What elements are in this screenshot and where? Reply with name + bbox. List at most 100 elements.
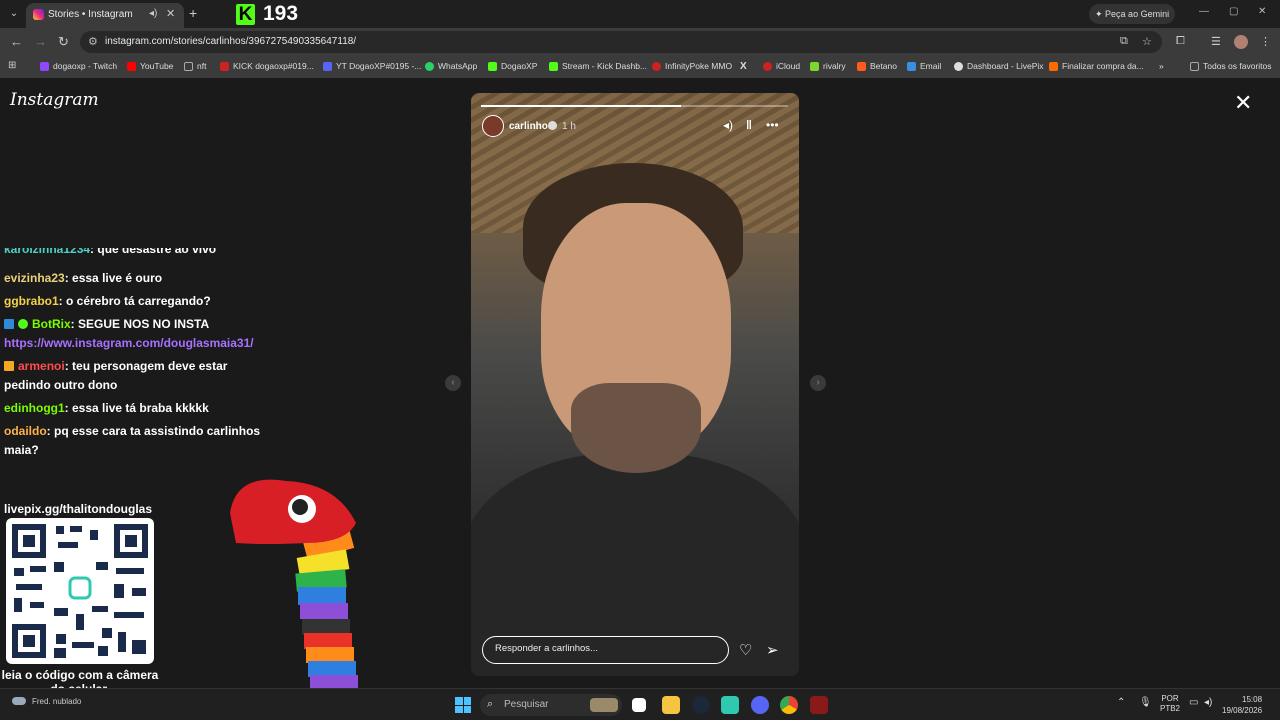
instagram-stories-page: Instagram ✕ ‹ › carlinhos 1 h ◂) ‖ ••• ♡… — [0, 78, 1280, 702]
tab-search-button[interactable]: ⌄ — [6, 6, 22, 22]
instagram-logo[interactable]: Instagram — [10, 90, 99, 110]
search-icon: ⌕ — [487, 698, 494, 710]
chat-message: ggbrabo1: o cérebro tá carregando? — [4, 292, 266, 311]
browser-menu-icon[interactable]: ⋮ — [1260, 35, 1271, 48]
forward-icon[interactable]: → — [34, 34, 47, 49]
steam-icon[interactable] — [692, 696, 710, 714]
betano-icon — [857, 61, 866, 71]
profile-avatar[interactable] — [1234, 35, 1248, 49]
story-username[interactable]: carlinhos — [509, 121, 553, 132]
taskbar-clock[interactable]: 15:08 19/08/2026 — [1222, 694, 1262, 716]
bookmark-item[interactable]: YT DogaoXP#0195 -... — [323, 61, 421, 71]
folder-icon — [1190, 61, 1199, 71]
game-app-icon[interactable] — [810, 696, 828, 714]
bookmark-item[interactable]: Finalizar compra da... — [1049, 61, 1144, 71]
more-options-icon[interactable]: ••• — [766, 118, 779, 132]
reply-box[interactable] — [482, 636, 729, 664]
previous-story-icon[interactable]: ‹ — [445, 375, 461, 391]
bookmark-label: dogaoxp - Twitch — [53, 61, 118, 71]
language-code: POR — [1161, 694, 1179, 703]
bookmarks-overflow-icon[interactable]: » — [1159, 61, 1164, 71]
window-close-icon[interactable]: ✕ — [1258, 6, 1266, 17]
chat-username: evizinha23 — [4, 271, 65, 285]
tab-title: Stories • Instagram — [48, 9, 133, 20]
kick-logo-icon: K — [236, 3, 255, 25]
extensions-icon[interactable]: ⧠ — [1176, 35, 1185, 48]
input-language[interactable]: POR PTB2 — [1160, 694, 1180, 714]
install-app-icon[interactable]: ⧉ — [1120, 35, 1128, 48]
chat-username: odaildo — [4, 424, 47, 438]
bookmark-label: Betano — [870, 61, 897, 71]
volume-tray-icon[interactable]: ◂) — [1204, 697, 1212, 708]
bookmark-item[interactable]: YouTube — [127, 61, 173, 71]
browser-tab-active[interactable]: Stories • Instagram ◂) ✕ — [26, 3, 184, 28]
bookmark-label: Dashboard - LivePix — [967, 61, 1044, 71]
icloud-icon — [763, 61, 772, 71]
bookmark-item[interactable]: Dashboard - LivePix — [954, 61, 1044, 71]
back-icon[interactable]: ← — [10, 34, 23, 49]
bookmark-item[interactable]: KICK dogaoxp#019... — [220, 61, 314, 71]
task-view-icon[interactable] — [632, 698, 646, 712]
bookmark-folder[interactable]: nft — [184, 61, 206, 71]
network-icon[interactable]: ▭ — [1189, 697, 1198, 708]
like-heart-icon[interactable]: ♡ — [739, 641, 752, 659]
bookmark-item[interactable]: iCloud — [763, 61, 800, 71]
chat-link-text: https://www.instagram.com/douglasmaia31/ — [4, 336, 254, 350]
story-viewer[interactable]: carlinhos 1 h ◂) ‖ ••• ♡ ➢ — [471, 93, 799, 676]
new-tab-button[interactable]: + — [189, 5, 197, 21]
reading-list-icon[interactable]: ☰ — [1211, 35, 1221, 48]
bookmark-item[interactable]: dogaoxp - Twitch — [40, 61, 117, 71]
microphone-icon[interactable]: 🎙 — [1139, 697, 1152, 708]
bookmark-label: WhatsApp — [438, 61, 478, 71]
volume-icon[interactable]: ◂) — [723, 118, 733, 132]
bookmark-label: Stream - Kick Dashb... — [562, 61, 648, 71]
story-user-avatar[interactable] — [482, 115, 504, 137]
bookmark-item[interactable]: rivalry — [810, 61, 846, 71]
bookmark-label: YT DogaoXP#0195 -... — [336, 61, 422, 71]
tab-audio-icon[interactable]: ◂) — [149, 8, 157, 19]
chat-text: : o cérebro tá carregando? — [58, 294, 211, 308]
chat-text: : que desastre ao vivo — [90, 248, 217, 256]
chrome-icon[interactable] — [780, 696, 798, 714]
chat-text: : SEGUE NOS NO INSTA — [70, 317, 210, 331]
bookmark-item[interactable]: Betano — [857, 61, 897, 71]
tray-overflow-icon[interactable]: ⌃ — [1117, 697, 1125, 708]
chat-username: ggbrabo1 — [4, 294, 59, 308]
ask-gemini-button[interactable]: ✦ Peça ao Gemini — [1089, 4, 1175, 24]
discord-icon[interactable] — [751, 696, 769, 714]
bookmark-item[interactable]: Stream - Kick Dashb... — [549, 61, 647, 71]
taskbar-search-input[interactable] — [504, 699, 584, 710]
tab-close-icon[interactable]: ✕ — [166, 7, 175, 20]
maximize-icon[interactable]: ▢ — [1229, 6, 1238, 17]
bookmark-item[interactable]: Email — [907, 61, 941, 71]
instagram-favicon-icon — [33, 9, 44, 20]
bookmark-item[interactable]: WhatsApp — [425, 61, 477, 71]
start-menu-icon[interactable] — [455, 697, 471, 713]
livepix-url: livepix.gg/thalitondouglas — [4, 502, 153, 516]
bookmark-label: KICK dogaoxp#019... — [233, 61, 314, 71]
weather-widget[interactable]: Fred. nublado — [12, 697, 81, 706]
app-icon[interactable] — [721, 696, 739, 714]
livepix-icon — [954, 61, 963, 71]
all-bookmarks-folder[interactable]: Todos os favoritos — [1190, 61, 1272, 71]
keyboard-layout: PTB2 — [1160, 704, 1181, 713]
share-send-icon[interactable]: ➢ — [766, 641, 779, 659]
chat-message: armenoi: teu personagem deve estar pedin… — [4, 357, 266, 395]
bookmark-item[interactable]: DogaoXP — [488, 61, 537, 71]
bookmark-star-icon[interactable]: ☆ — [1142, 35, 1152, 48]
taskbar-search[interactable]: ⌕ — [480, 694, 622, 716]
reply-input[interactable] — [495, 643, 715, 654]
minimize-icon[interactable]: — — [1199, 6, 1209, 17]
kick-viewer-counter: K 193 — [236, 2, 298, 25]
pause-icon[interactable]: ‖ — [746, 118, 752, 132]
close-story-icon[interactable]: ✕ — [1234, 92, 1252, 114]
file-explorer-icon[interactable] — [662, 696, 680, 714]
apps-grid-icon[interactable]: ⊞ — [8, 60, 16, 71]
bookmark-item[interactable]: InfinityPoke MMO — [652, 61, 732, 71]
reload-icon[interactable]: ↻ — [58, 34, 69, 50]
bookmark-item[interactable]: X — [740, 61, 747, 72]
site-info-icon[interactable]: ⚙ — [88, 35, 98, 48]
next-story-icon[interactable]: › — [810, 375, 826, 391]
story-time-ago: 1 h — [562, 121, 576, 132]
address-bar[interactable]: ⚙ instagram.com/stories/carlinhos/396727… — [80, 31, 1162, 53]
